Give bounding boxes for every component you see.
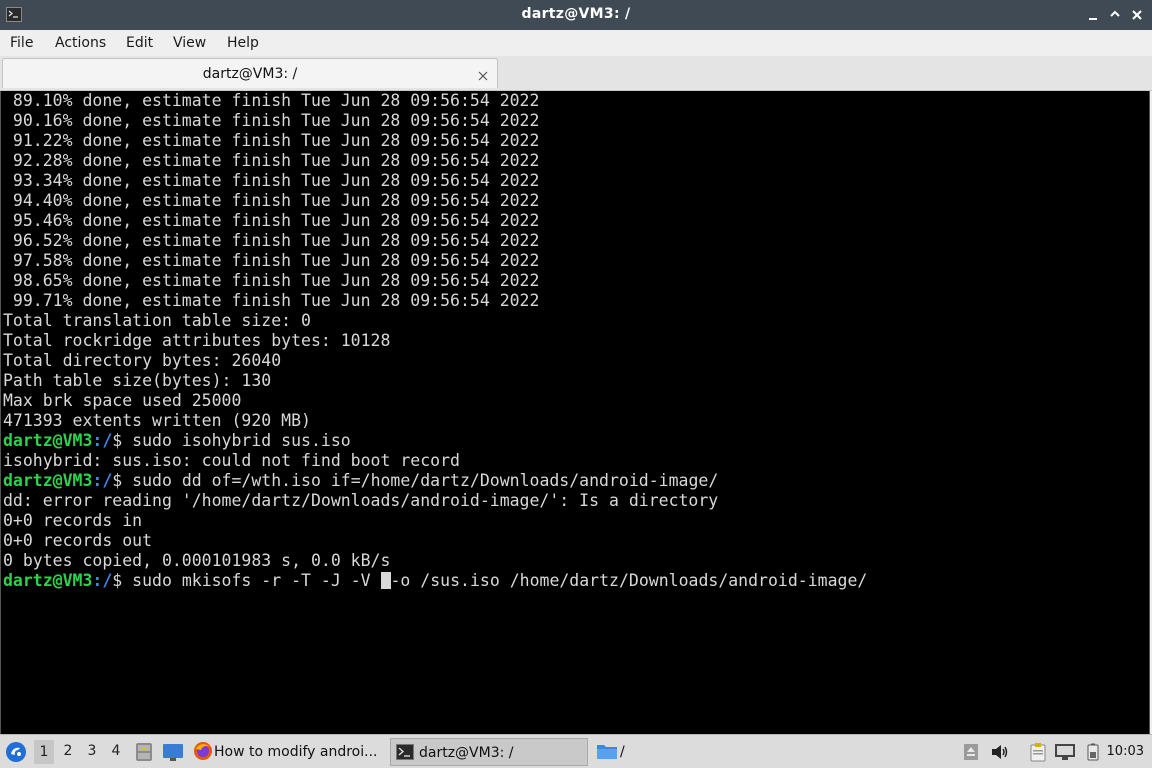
volume-icon[interactable]	[990, 743, 1010, 765]
output-line: 0+0 records out	[3, 531, 153, 550]
output-line: Path table size(bytes): 130	[3, 371, 272, 390]
prompt-path: :/	[92, 471, 113, 490]
file-cabinet-icon[interactable]	[134, 741, 154, 767]
tab-bar: dartz@VM3: /	[0, 56, 1152, 91]
eject-icon[interactable]	[962, 743, 980, 765]
taskbar: 1 2 3 4 How to modify androi... dartz@VM…	[0, 734, 1152, 768]
tab-close-icon[interactable]	[477, 67, 489, 81]
tab-label: dartz@VM3: /	[202, 66, 298, 82]
output-line: 94.40% done, estimate finish Tue Jun 28 …	[3, 191, 540, 210]
output-line: 92.28% done, estimate finish Tue Jun 28 …	[3, 151, 540, 170]
folder-icon	[596, 742, 618, 764]
command-input-text[interactable]: sudo mkisofs -r -T -J -V	[122, 571, 380, 590]
prompt-user: dartz@VM3	[3, 431, 93, 450]
output-line: 91.22% done, estimate finish Tue Jun 28 …	[3, 131, 540, 150]
task-firefox[interactable]: How to modify androi...	[190, 738, 386, 766]
output-line: 95.46% done, estimate finish Tue Jun 28 …	[3, 211, 540, 230]
command-text: sudo isohybrid sus.iso	[122, 431, 351, 450]
menu-edit[interactable]: Edit	[126, 35, 153, 51]
workspace-3[interactable]: 3	[82, 743, 102, 759]
prompt-path: :/	[92, 431, 113, 450]
close-icon[interactable]	[1128, 6, 1146, 24]
task-label: dartz@VM3: /	[419, 745, 514, 761]
command-text: sudo dd of=/wth.iso if=/home/dartz/Downl…	[122, 471, 719, 490]
output-line: Total rockridge attributes bytes: 10128	[3, 331, 391, 350]
task-label: /	[620, 744, 625, 760]
output-line: 98.65% done, estimate finish Tue Jun 28 …	[3, 271, 540, 290]
text-cursor	[380, 572, 391, 589]
menu-bar: File Actions Edit View Help	[0, 30, 1152, 56]
terminal-icon	[396, 744, 414, 764]
prompt-symbol: $	[112, 471, 123, 490]
task-terminal[interactable]: dartz@VM3: /	[390, 738, 588, 766]
clock[interactable]: 10:03	[1107, 744, 1144, 759]
firefox-icon	[193, 741, 213, 765]
output-line: 89.10% done, estimate finish Tue Jun 28 …	[3, 91, 540, 110]
battery-icon[interactable]	[1084, 743, 1102, 765]
output-line: Total directory bytes: 26040	[3, 351, 282, 370]
prompt-user: dartz@VM3	[3, 571, 93, 590]
output-line: Total translation table size: 0	[3, 311, 311, 330]
output-line: 93.34% done, estimate finish Tue Jun 28 …	[3, 171, 540, 190]
output-line: Max brk space used 25000	[3, 391, 242, 410]
terminal-window: dartz@VM3: / File Actions Edit View Help…	[0, 0, 1152, 734]
prompt-user: dartz@VM3	[3, 471, 93, 490]
menu-file[interactable]: File	[10, 35, 33, 51]
menu-view[interactable]: View	[173, 35, 206, 51]
workspace-1[interactable]: 1	[34, 740, 54, 764]
clipboard-icon[interactable]	[1028, 742, 1048, 766]
minimize-icon[interactable]	[1084, 6, 1102, 24]
command-input-text-after-cursor[interactable]: -o /sus.iso /home/dartz/Downloads/androi…	[391, 571, 868, 590]
output-line: isohybrid: sus.iso: could not find boot …	[3, 451, 460, 470]
network-icon[interactable]	[1054, 743, 1076, 765]
tab-terminal[interactable]: dartz@VM3: /	[2, 58, 498, 88]
output-line: 97.58% done, estimate finish Tue Jun 28 …	[3, 251, 540, 270]
maximize-icon[interactable]	[1106, 6, 1124, 24]
prompt-path: :/	[92, 571, 113, 590]
workspace-4[interactable]: 4	[106, 743, 126, 759]
prompt-line-current[interactable]: dartz@VM3:/$ sudo mkisofs -r -T -J -V -o…	[3, 571, 867, 591]
title-bar[interactable]: dartz@VM3: /	[0, 0, 1152, 30]
start-menu-icon[interactable]	[5, 741, 27, 767]
show-desktop-icon[interactable]	[162, 742, 184, 766]
output-line: 0 bytes copied, 0.000101983 s, 0.0 kB/s	[3, 551, 391, 570]
prompt-line: dartz@VM3:/$ sudo dd of=/wth.iso if=/hom…	[3, 471, 867, 491]
prompt-line: dartz@VM3:/$ sudo isohybrid sus.iso	[3, 431, 867, 451]
prompt-symbol: $	[112, 571, 123, 590]
output-line: 90.16% done, estimate finish Tue Jun 28 …	[3, 111, 540, 130]
output-line: 99.71% done, estimate finish Tue Jun 28 …	[3, 291, 540, 310]
menu-help[interactable]: Help	[227, 35, 259, 51]
window-title: dartz@VM3: /	[521, 6, 631, 22]
output-line: 471393 extents written (920 MB)	[3, 411, 311, 430]
output-line: 0+0 records in	[3, 511, 143, 530]
task-file-manager[interactable]: /	[592, 738, 692, 766]
task-label: How to modify androi...	[214, 744, 378, 760]
terminal-output[interactable]: 89.10% done, estimate finish Tue Jun 28 …	[0, 91, 1150, 734]
workspace-2[interactable]: 2	[58, 743, 78, 759]
prompt-symbol: $	[112, 431, 123, 450]
output-line: dd: error reading '/home/dartz/Downloads…	[3, 491, 719, 510]
menu-actions[interactable]: Actions	[55, 35, 106, 51]
output-line: 96.52% done, estimate finish Tue Jun 28 …	[3, 231, 540, 250]
